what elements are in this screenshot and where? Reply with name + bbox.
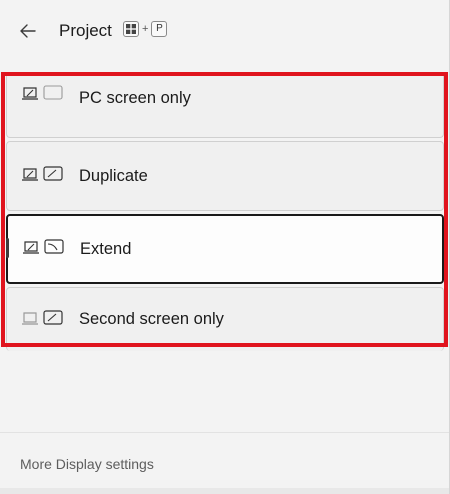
project-panel: Project + P PC screen only Duplicate Ext… [0,0,450,494]
red-highlight-annotation [1,72,448,347]
p-key: P [151,21,168,37]
windows-logo-icon [126,24,136,34]
panel-header: Project + P [0,0,449,62]
windows-key [123,21,139,37]
footer-divider [0,432,449,433]
shortcut-plus: + [142,23,149,35]
bottom-strip [0,488,449,494]
back-button[interactable] [14,19,42,43]
back-arrow-icon [20,24,36,38]
keyboard-shortcut-hint: + P [123,21,168,37]
page-title: Project [59,21,112,40]
more-display-settings-link[interactable]: More Display settings [20,456,154,472]
